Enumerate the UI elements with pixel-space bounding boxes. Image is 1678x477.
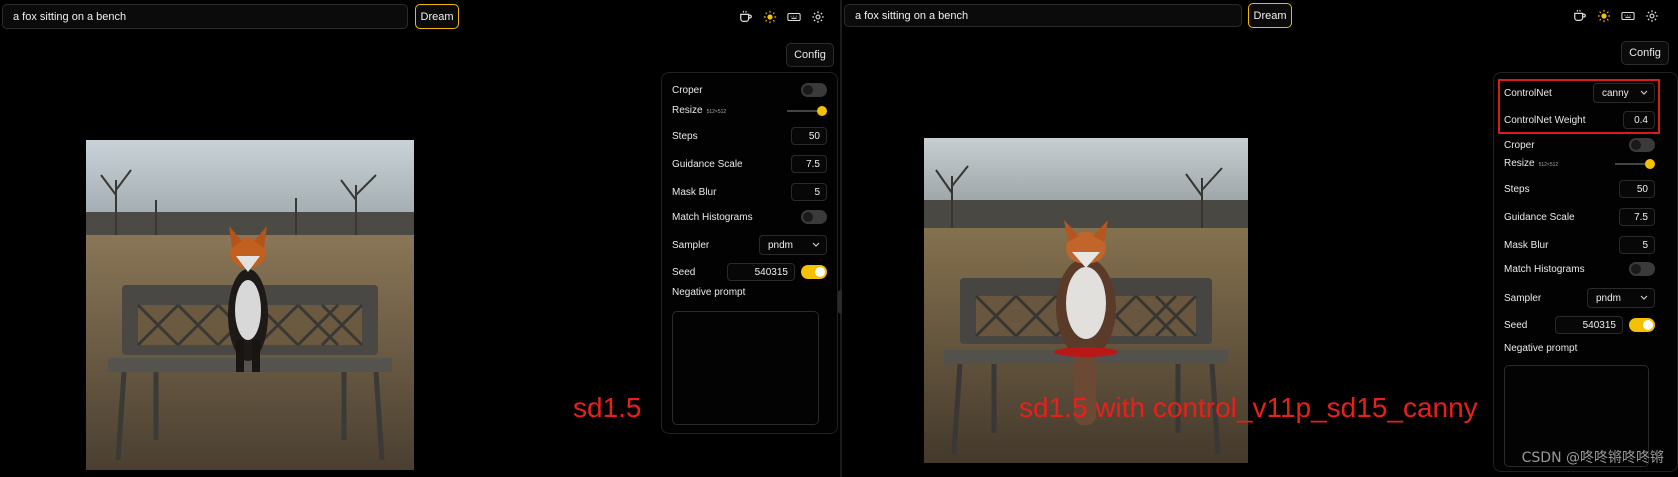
resize-slider[interactable] <box>787 105 827 116</box>
settings-panel: ControlNet canny ControlNet Weight 0.4 C… <box>1493 72 1678 472</box>
chevron-down-icon <box>1640 293 1648 304</box>
steps-input[interactable]: 50 <box>791 127 827 145</box>
guidance-row: Guidance Scale 7.5 <box>1504 208 1667 226</box>
mask-blur-label: Mask Blur <box>1504 239 1549 251</box>
settings-panel: Croper Resize 512×512 Steps 50 Guidance S… <box>661 72 838 434</box>
seed-row: Seed 540315 <box>672 263 827 281</box>
match-hist-row: Match Histograms <box>1504 262 1667 276</box>
croper-row: Croper <box>672 83 827 97</box>
sampler-select[interactable]: pndm <box>759 235 827 255</box>
guidance-label: Guidance Scale <box>672 158 743 170</box>
match-hist-toggle[interactable] <box>1629 262 1655 276</box>
resize-label: Resize <box>672 105 703 116</box>
seed-toggle[interactable] <box>1629 318 1655 332</box>
sampler-label: Sampler <box>1504 292 1542 304</box>
controlnet-row: ControlNet canny <box>1504 83 1667 103</box>
mask-blur-row: Mask Blur 5 <box>672 183 827 201</box>
coffee-icon[interactable] <box>1573 9 1587 23</box>
config-button[interactable]: Config <box>786 43 834 67</box>
chevron-down-icon <box>812 240 820 251</box>
prompt-input[interactable]: a fox sitting on a bench <box>2 4 408 29</box>
chevron-down-icon <box>1640 88 1648 99</box>
steps-row: Steps 50 <box>1504 180 1667 198</box>
controlnet-weight-input[interactable]: 0.4 <box>1623 111 1655 129</box>
prompt-input[interactable]: a fox sitting on a bench <box>844 4 1242 27</box>
sampler-value: pndm <box>1596 292 1622 304</box>
croper-label: Croper <box>1504 139 1535 151</box>
steps-row: Steps 50 <box>672 127 827 145</box>
croper-row: Croper <box>1504 138 1667 152</box>
caption-label: sd1.5 <box>573 392 642 423</box>
mask-blur-input[interactable]: 5 <box>1619 236 1655 254</box>
dream-button[interactable]: Dream <box>415 4 459 29</box>
toolbar-icons <box>739 10 825 24</box>
seed-label: Seed <box>1504 319 1528 331</box>
keyboard-icon[interactable] <box>1621 9 1635 23</box>
toolbar-icons <box>1573 9 1659 23</box>
seed-toggle[interactable] <box>801 265 827 279</box>
seed-input[interactable]: 540315 <box>1555 316 1623 334</box>
negative-row: Negative prompt <box>1504 343 1667 354</box>
croper-label: Croper <box>672 84 703 96</box>
match-hist-row: Match Histograms <box>672 210 827 224</box>
negative-label: Negative prompt <box>672 287 746 298</box>
sampler-label: Sampler <box>672 239 710 251</box>
resize-slider[interactable] <box>1615 158 1655 169</box>
croper-toggle[interactable] <box>801 83 827 97</box>
resize-size: 512×512 <box>1538 162 1559 168</box>
watermark: CSDN @咚咚锵咚咚锵 <box>1521 450 1664 466</box>
config-button[interactable]: Config <box>1621 41 1669 65</box>
guidance-input[interactable]: 7.5 <box>791 155 827 173</box>
right-panel: a fox sitting on a bench Dream Config Co… <box>842 0 1678 477</box>
mask-blur-label: Mask Blur <box>672 186 717 198</box>
gear-icon[interactable] <box>1645 9 1659 23</box>
match-hist-label: Match Histograms <box>672 211 753 223</box>
sampler-row: Sampler pndm <box>1504 288 1667 308</box>
steps-label: Steps <box>1504 183 1530 195</box>
sampler-select[interactable]: pndm <box>1587 288 1655 308</box>
controlnet-value: canny <box>1602 87 1629 99</box>
controlnet-weight-row: ControlNet Weight 0.4 <box>1504 111 1667 129</box>
sampler-value: pndm <box>768 239 794 251</box>
resize-row: Resize 512×512 <box>1504 158 1667 169</box>
controlnet-weight-label: ControlNet Weight <box>1504 114 1586 126</box>
mask-blur-row: Mask Blur 5 <box>1504 236 1667 254</box>
match-hist-toggle[interactable] <box>801 210 827 224</box>
left-panel: a fox sitting on a bench Dream Config Cr… <box>0 0 840 477</box>
seed-label: Seed <box>672 266 696 278</box>
sun-icon[interactable] <box>763 10 777 24</box>
resize-size: 512×512 <box>706 109 727 115</box>
negative-row: Negative prompt <box>672 287 827 298</box>
guidance-row: Guidance Scale 7.5 <box>672 155 827 173</box>
resize-label: Resize <box>1504 158 1535 169</box>
resize-row: Resize 512×512 <box>672 105 827 116</box>
guidance-input[interactable]: 7.5 <box>1619 208 1655 226</box>
prompt-text: a fox sitting on a bench <box>13 10 127 23</box>
sun-icon[interactable] <box>1597 9 1611 23</box>
controlnet-select[interactable]: canny <box>1593 83 1655 103</box>
steps-label: Steps <box>672 130 698 142</box>
coffee-icon[interactable] <box>739 10 753 24</box>
generated-image <box>86 140 414 470</box>
match-hist-label: Match Histograms <box>1504 263 1585 275</box>
gear-icon[interactable] <box>811 10 825 24</box>
seed-input[interactable]: 540315 <box>727 263 795 281</box>
keyboard-icon[interactable] <box>787 10 801 24</box>
prompt-text: a fox sitting on a bench <box>855 9 969 22</box>
guidance-label: Guidance Scale <box>1504 211 1575 223</box>
dream-button[interactable]: Dream <box>1248 3 1292 28</box>
caption-label: sd1.5 with control_v11p_sd15_canny <box>1019 392 1478 423</box>
negative-label: Negative prompt <box>1504 343 1578 354</box>
controlnet-label: ControlNet <box>1504 87 1552 99</box>
negative-prompt-input[interactable] <box>672 311 819 425</box>
sampler-row: Sampler pndm <box>672 235 827 255</box>
croper-toggle[interactable] <box>1629 138 1655 152</box>
mask-blur-input[interactable]: 5 <box>791 183 827 201</box>
steps-input[interactable]: 50 <box>1619 180 1655 198</box>
seed-row: Seed 540315 <box>1504 316 1667 334</box>
